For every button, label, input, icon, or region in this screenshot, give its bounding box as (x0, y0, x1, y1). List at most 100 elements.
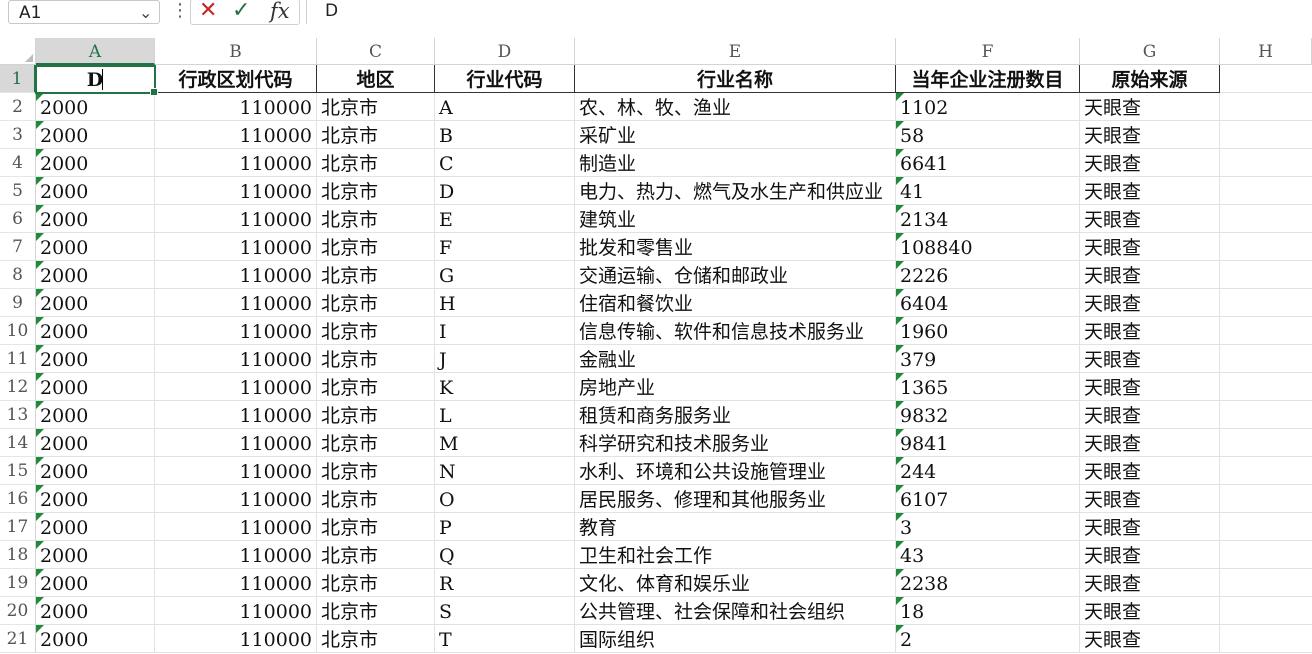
table-cell[interactable]: 北京市 (317, 457, 435, 485)
table-cell[interactable]: 110000 (155, 121, 317, 149)
header-cell-c[interactable]: 地区 (317, 65, 435, 93)
column-header-f[interactable]: F (896, 38, 1080, 65)
table-cell[interactable]: 110000 (155, 205, 317, 233)
table-cell[interactable] (1220, 93, 1312, 121)
table-cell[interactable]: 北京市 (317, 345, 435, 373)
table-cell[interactable] (1220, 569, 1312, 597)
table-cell[interactable]: 18 (896, 597, 1080, 625)
row-header-16[interactable]: 16 (0, 485, 36, 513)
table-cell[interactable] (1220, 261, 1312, 289)
table-cell[interactable]: 110000 (155, 317, 317, 345)
table-cell[interactable]: 天眼查 (1080, 177, 1220, 205)
row-header-21[interactable]: 21 (0, 625, 36, 653)
table-cell[interactable]: 北京市 (317, 541, 435, 569)
table-cell[interactable]: 2000 (36, 429, 155, 457)
header-cell-e[interactable]: 行业名称 (575, 65, 896, 93)
table-cell[interactable] (1220, 121, 1312, 149)
table-cell[interactable] (1220, 205, 1312, 233)
table-cell[interactable]: 卫生和社会工作 (575, 541, 896, 569)
table-cell[interactable]: 110000 (155, 261, 317, 289)
table-cell[interactable]: 110000 (155, 289, 317, 317)
table-cell[interactable]: 1960 (896, 317, 1080, 345)
table-cell[interactable]: 北京市 (317, 373, 435, 401)
table-cell[interactable] (1220, 513, 1312, 541)
table-cell[interactable]: 2000 (36, 205, 155, 233)
table-cell[interactable]: 北京市 (317, 261, 435, 289)
table-cell[interactable]: 6404 (896, 289, 1080, 317)
table-cell[interactable]: 2000 (36, 233, 155, 261)
table-cell[interactable]: 北京市 (317, 149, 435, 177)
table-cell[interactable]: 110000 (155, 485, 317, 513)
name-box[interactable]: A1 ⌄ (8, 0, 160, 24)
table-cell[interactable]: Q (435, 541, 575, 569)
table-cell[interactable]: 水利、环境和公共设施管理业 (575, 457, 896, 485)
table-cell[interactable]: 110000 (155, 513, 317, 541)
row-header-12[interactable]: 12 (0, 373, 36, 401)
table-cell[interactable]: P (435, 513, 575, 541)
row-header-8[interactable]: 8 (0, 261, 36, 289)
table-cell[interactable] (1220, 289, 1312, 317)
table-cell[interactable]: 2134 (896, 205, 1080, 233)
column-header-h[interactable]: H (1220, 38, 1312, 65)
row-header-10[interactable]: 10 (0, 317, 36, 345)
table-cell[interactable] (1220, 373, 1312, 401)
table-cell[interactable]: 天眼查 (1080, 401, 1220, 429)
table-cell[interactable]: 天眼查 (1080, 121, 1220, 149)
table-cell[interactable]: 住宿和餐饮业 (575, 289, 896, 317)
table-cell[interactable]: 天眼查 (1080, 597, 1220, 625)
table-cell[interactable]: 租赁和商务服务业 (575, 401, 896, 429)
table-cell[interactable]: M (435, 429, 575, 457)
table-cell[interactable]: 110000 (155, 569, 317, 597)
table-cell[interactable]: 2000 (36, 177, 155, 205)
formula-input[interactable]: D (306, 0, 1312, 24)
row-header-3[interactable]: 3 (0, 121, 36, 149)
table-cell[interactable]: 43 (896, 541, 1080, 569)
table-cell[interactable]: 采矿业 (575, 121, 896, 149)
table-cell[interactable]: 北京市 (317, 93, 435, 121)
table-cell[interactable]: 244 (896, 457, 1080, 485)
column-header-b[interactable]: B (155, 38, 317, 65)
table-cell[interactable] (1220, 317, 1312, 345)
row-header-19[interactable]: 19 (0, 569, 36, 597)
table-cell[interactable]: 1102 (896, 93, 1080, 121)
table-cell[interactable]: I (435, 317, 575, 345)
row-header-6[interactable]: 6 (0, 205, 36, 233)
row-header-18[interactable]: 18 (0, 541, 36, 569)
table-cell[interactable]: 交通运输、仓储和邮政业 (575, 261, 896, 289)
table-cell[interactable] (1220, 485, 1312, 513)
table-cell[interactable]: 天眼查 (1080, 429, 1220, 457)
table-cell[interactable]: 9841 (896, 429, 1080, 457)
table-cell[interactable]: 北京市 (317, 625, 435, 653)
table-cell[interactable]: 110000 (155, 541, 317, 569)
table-cell[interactable]: 2000 (36, 569, 155, 597)
column-header-e[interactable]: E (575, 38, 896, 65)
table-cell[interactable]: O (435, 485, 575, 513)
row-header-17[interactable]: 17 (0, 513, 36, 541)
table-cell[interactable]: 文化、体育和娱乐业 (575, 569, 896, 597)
table-cell[interactable]: 天眼查 (1080, 93, 1220, 121)
table-cell[interactable]: 北京市 (317, 597, 435, 625)
table-cell[interactable]: J (435, 345, 575, 373)
table-cell[interactable]: 2000 (36, 457, 155, 485)
table-cell[interactable]: 2000 (36, 401, 155, 429)
table-cell[interactable] (1220, 597, 1312, 625)
row-header-14[interactable]: 14 (0, 429, 36, 457)
row-header-9[interactable]: 9 (0, 289, 36, 317)
table-cell[interactable]: 58 (896, 121, 1080, 149)
table-cell[interactable]: 天眼查 (1080, 485, 1220, 513)
table-cell[interactable]: 6107 (896, 485, 1080, 513)
column-header-g[interactable]: G (1080, 38, 1220, 65)
table-cell[interactable]: 110000 (155, 149, 317, 177)
table-cell[interactable]: D (435, 177, 575, 205)
row-header-4[interactable]: 4 (0, 149, 36, 177)
table-cell[interactable]: 北京市 (317, 513, 435, 541)
cancel-icon[interactable]: ✕ (199, 0, 217, 23)
insert-function-icon[interactable]: fx (270, 0, 290, 23)
table-cell[interactable]: 6641 (896, 149, 1080, 177)
table-cell[interactable]: 2000 (36, 261, 155, 289)
table-cell[interactable]: 金融业 (575, 345, 896, 373)
table-cell[interactable]: 2226 (896, 261, 1080, 289)
table-cell[interactable]: 批发和零售业 (575, 233, 896, 261)
table-cell[interactable]: 110000 (155, 597, 317, 625)
table-cell[interactable]: 制造业 (575, 149, 896, 177)
